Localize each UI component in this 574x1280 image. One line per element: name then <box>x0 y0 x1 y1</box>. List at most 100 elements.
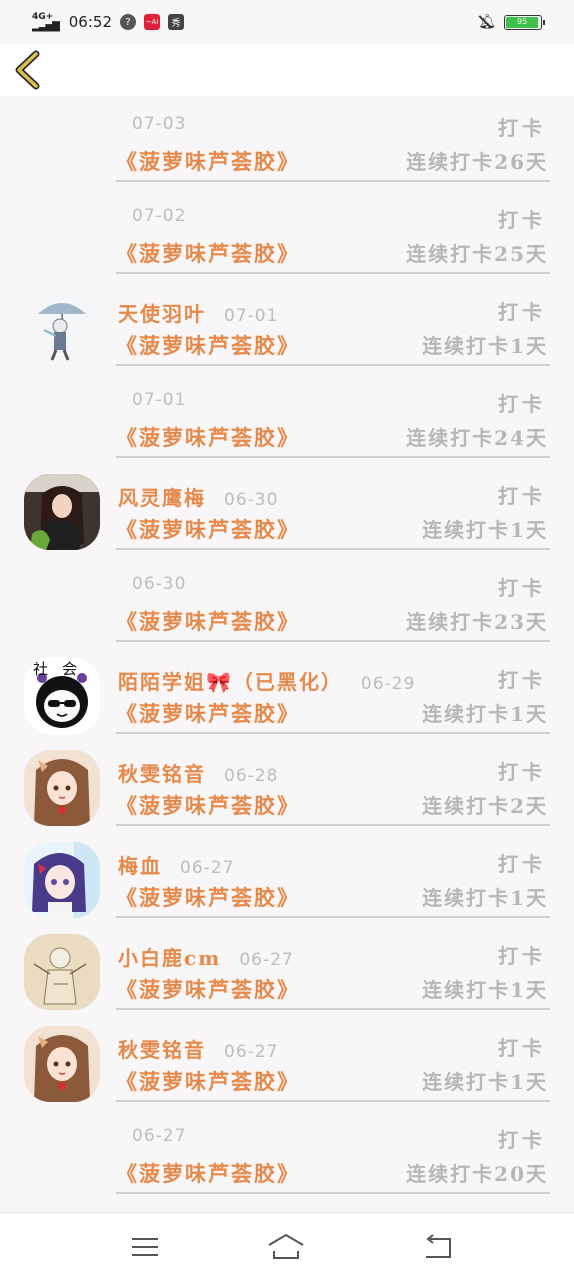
signal-icon: ▂▃▅▇ <box>32 21 60 32</box>
avatar[interactable] <box>24 290 100 366</box>
entry-date: 06-30 <box>224 490 279 510</box>
checkin-list[interactable]: 07-03 打卡 《菠萝味芦荟胶》 连续打卡26天 07-02 打卡 《菠萝味芦荟胶》 连续打… <box>0 96 574 1212</box>
book-title[interactable]: 《菠萝味芦荟胶》 <box>116 1158 300 1188</box>
avatar[interactable] <box>24 842 100 918</box>
entry-header: 天使羽叶 07-01 <box>118 298 278 327</box>
streak-count: 连续打卡1天 <box>422 886 548 910</box>
book-title[interactable]: 《菠萝味芦荟胶》 <box>116 882 300 912</box>
checkin-tag: 打卡 <box>498 576 546 600</box>
checkin-tag: 打卡 <box>498 760 546 784</box>
list-item[interactable]: 天使羽叶 07-01 打卡 《菠萝味芦荟胶》 连续打卡1天 <box>0 280 574 372</box>
clock: 06:52 <box>68 13 112 31</box>
entry-header: 陌陌学姐🎀（已黑化） 06-29 <box>118 666 415 695</box>
user-name[interactable]: 天使羽叶 <box>118 298 206 327</box>
divider <box>116 1100 550 1102</box>
book-title[interactable]: 《菠萝味芦荟胶》 <box>116 146 300 176</box>
divider <box>116 732 550 734</box>
list-item[interactable]: 06-30 打卡 《菠萝味芦荟胶》 连续打卡23天 <box>0 556 574 648</box>
list-item[interactable]: 秋雯铭音 06-28 打卡《菠萝味芦荟胶》 连续打卡2天 <box>0 740 574 832</box>
entry-date: 06-27 <box>180 858 235 878</box>
book-title[interactable]: 《菠萝味芦荟胶》 <box>116 974 300 1004</box>
checkin-tag: 打卡 <box>498 944 546 968</box>
user-name[interactable]: 秋雯铭音 <box>118 1034 206 1063</box>
user-name[interactable]: 秋雯铭音 <box>118 758 206 787</box>
list-item[interactable]: 07-01 打卡 《菠萝味芦荟胶》 连续打卡24天 <box>0 372 574 464</box>
app-red-icon: ~Ai <box>144 14 160 30</box>
checkin-tag: 打卡 <box>498 484 546 508</box>
divider <box>116 456 550 458</box>
streak-count: 连续打卡1天 <box>422 518 548 542</box>
streak-count: 连续打卡26天 <box>406 150 548 174</box>
book-title[interactable]: 《菠萝味芦荟胶》 <box>116 790 300 820</box>
streak-count: 连续打卡2天 <box>422 794 548 818</box>
avatar[interactable]: 社会 <box>24 658 100 734</box>
user-name[interactable]: 梅血 <box>118 850 162 879</box>
book-title[interactable]: 《菠萝味芦荟胶》 <box>116 514 300 544</box>
checkin-tag: 打卡 <box>498 1128 546 1152</box>
streak-count: 连续打卡1天 <box>422 1070 548 1094</box>
entry-date: 06-27 <box>239 950 294 970</box>
book-title[interactable]: 《菠萝味芦荟胶》 <box>116 422 300 452</box>
home-button[interactable] <box>266 1231 306 1263</box>
avatar-caption: 社会 <box>32 660 91 678</box>
avatar[interactable] <box>24 474 100 550</box>
network-indicator: 4G+ ▂▃▅▇ <box>32 13 60 32</box>
checkin-tag: 打卡 <box>498 668 546 692</box>
streak-count: 连续打卡25天 <box>406 242 548 266</box>
entry-date: 06-30 <box>132 574 187 594</box>
avatar[interactable] <box>24 934 100 1010</box>
list-item[interactable]: 07-03 打卡 《菠萝味芦荟胶》 连续打卡26天 <box>0 96 574 188</box>
divider <box>116 1192 550 1194</box>
app-dark-icon: 秀 <box>168 14 184 30</box>
bell-off-icon: 🔔︎ <box>478 14 496 30</box>
streak-count: 连续打卡1天 <box>422 702 548 726</box>
entry-header: 秋雯铭音 06-28 <box>118 758 278 787</box>
checkin-tag: 打卡 <box>498 300 546 324</box>
entry-header: 06-27 <box>132 1126 186 1146</box>
book-title[interactable]: 《菠萝味芦荟胶》 <box>116 606 300 636</box>
list-item[interactable]: 小白鹿cm 06-27 打卡 《菠萝味芦荟胶》 连续打卡1天 <box>0 924 574 1016</box>
checkin-tag: 打卡 <box>498 852 546 876</box>
divider <box>116 548 550 550</box>
return-button[interactable] <box>418 1231 458 1263</box>
battery-icon: 95 <box>504 14 545 30</box>
checkin-tag: 打卡 <box>498 1036 546 1060</box>
divider <box>116 1008 550 1010</box>
user-name[interactable]: 陌陌学姐🎀（已黑化） <box>118 666 343 695</box>
list-item[interactable]: 梅血 06-27 打卡《菠萝味芦荟胶》 连续打卡1天 <box>0 832 574 924</box>
user-name[interactable]: 风灵鹰梅 <box>118 482 206 511</box>
divider <box>116 180 550 182</box>
bottom-nav <box>0 1212 574 1280</box>
menu-button[interactable] <box>124 1231 164 1263</box>
entry-date: 07-02 <box>132 206 187 226</box>
book-title[interactable]: 《菠萝味芦荟胶》 <box>116 698 300 728</box>
status-right: 🔔︎ 95 <box>478 14 545 30</box>
list-item[interactable]: 风灵鹰梅 06-30 打卡《菠萝味芦荟胶》 连续打卡1天 <box>0 464 574 556</box>
help-icon: ? <box>120 14 136 30</box>
book-title[interactable]: 《菠萝味芦荟胶》 <box>116 238 300 268</box>
divider <box>116 916 550 918</box>
list-item[interactable]: 秋雯铭音 06-27 打卡 《菠萝味芦荟胶》 连续打卡1天 <box>0 1016 574 1108</box>
home-icon <box>268 1233 304 1259</box>
list-item[interactable]: 07-02 打卡《菠萝味芦荟胶》 连续打卡25天 <box>0 188 574 280</box>
user-name[interactable]: 小白鹿cm <box>118 942 221 971</box>
list-item[interactable]: 06-27 打卡《菠萝味芦荟胶》 连续打卡20天 <box>0 1108 574 1200</box>
entry-header: 07-01 <box>132 390 186 410</box>
entry-date: 07-01 <box>132 390 187 410</box>
streak-count: 连续打卡20天 <box>406 1162 548 1186</box>
streak-count: 连续打卡24天 <box>406 426 548 450</box>
battery-level: 95 <box>506 16 539 28</box>
divider <box>116 824 550 826</box>
back-button[interactable] <box>10 50 50 90</box>
avatar[interactable] <box>24 750 100 826</box>
return-icon <box>426 1234 451 1258</box>
checkin-tag: 打卡 <box>498 208 546 232</box>
book-title[interactable]: 《菠萝味芦荟胶》 <box>116 330 300 360</box>
entry-header: 风灵鹰梅 06-30 <box>118 482 278 511</box>
menu-icon <box>132 1238 158 1256</box>
avatar[interactable] <box>24 1026 100 1102</box>
list-item[interactable]: 社会 陌陌学姐🎀（已黑化） 06-29 打卡《菠萝味芦荟胶》 连续打卡1天 <box>0 648 574 740</box>
entry-date: 06-29 <box>360 674 416 694</box>
book-title[interactable]: 《菠萝味芦荟胶》 <box>116 1066 300 1096</box>
divider <box>116 640 550 642</box>
